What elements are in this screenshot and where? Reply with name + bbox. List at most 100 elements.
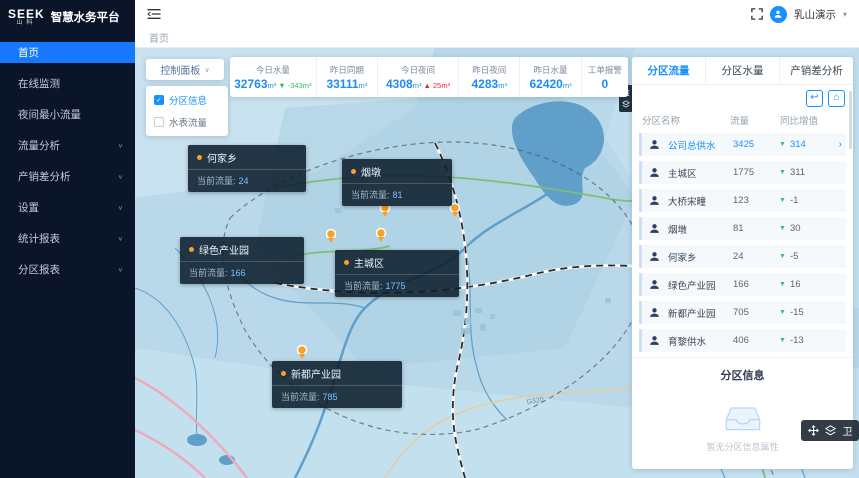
stat-yesterday-water: 昨日水量 62420m³ (520, 57, 581, 97)
tab-zone-water[interactable]: 分区水量 (706, 57, 780, 84)
sidebar-item-home[interactable]: 首页 (0, 42, 135, 63)
menu-fold-icon[interactable] (147, 8, 161, 20)
table-row[interactable]: 烟墩 81 ▼ 30 (639, 217, 846, 240)
fullscreen-icon[interactable] (751, 8, 763, 20)
panel-scrollbar[interactable] (849, 91, 852, 149)
breadcrumb[interactable]: 首页 (149, 30, 169, 45)
brand-mark: SEEK 山科 (8, 8, 45, 26)
panel-actions: ↩ ⌂ (632, 85, 853, 111)
sidebar-item-flow-analysis[interactable]: 流量分析∨ (0, 135, 135, 156)
checkbox-unchecked-icon (154, 117, 164, 127)
map-tools: 卫 (801, 420, 859, 441)
column-yoy-delta: 同比增值 (780, 113, 843, 127)
avatar[interactable] (770, 6, 787, 23)
sidebar-menu: 首页 在线监测 夜间最小流量 流量分析∨ 产销差分析∨ 设置∨ 统计报表∨ 分区… (0, 42, 135, 280)
brand-bottom: 山科 (16, 20, 36, 26)
app-title: 智慧水务平台 (51, 9, 120, 25)
table-row[interactable]: 何家乡 24 ▼ -5 (639, 245, 846, 268)
triangle-down-icon: ▼ (779, 337, 786, 344)
sidebar-item-settings[interactable]: 设置∨ (0, 197, 135, 218)
map-tooltip-main-city[interactable]: 主城区 当前流量:1775 (335, 250, 459, 297)
stat-workorder-alarm: 工单报警 0 (582, 57, 628, 97)
control-panel-button[interactable]: 控制面板 ∨ (146, 59, 224, 80)
stat-today-water: 今日水量 32763m³▼ -343m³ (230, 57, 317, 97)
zone-icon (648, 278, 662, 291)
tab-zone-flow[interactable]: 分区流量 (632, 57, 706, 84)
main-content: G320 何家乡 当前流量:24 烟墩 当前流量:81 绿色产业园 当前流量:1… (135, 48, 859, 478)
stats-bar: 今日水量 32763m³▼ -343m³ 昨日同期 33111m³ 今日夜间 4… (230, 57, 628, 97)
marker-dot-icon (344, 260, 349, 265)
zone-icon (648, 138, 662, 151)
username[interactable]: 乳山演示 (794, 7, 836, 22)
layers-icon (622, 100, 630, 108)
zone-panel-tabs: 分区流量 分区水量 产销差分析 (632, 57, 853, 85)
sidebar-item-nrw-analysis[interactable]: 产销差分析∨ (0, 166, 135, 187)
zone-icon (648, 250, 662, 263)
triangle-down-icon: ▼ (779, 225, 786, 232)
sidebar-item-online-monitoring[interactable]: 在线监测 (0, 73, 135, 94)
arrow-down-icon: ▼ (278, 81, 285, 90)
chevron-down-icon: ∨ (118, 266, 123, 272)
map-tooltip-yandun[interactable]: 烟墩 当前流量:81 (342, 159, 452, 206)
zone-icon (648, 306, 662, 319)
table-row[interactable]: 主城区 1775 ▼ 311 (639, 161, 846, 184)
table-row[interactable]: 公司总供水 3425 ▼ 314 › (639, 133, 846, 156)
layer-checkbox-meter-flow[interactable]: 水表流量 (154, 115, 220, 129)
chevron-down-icon: ∨ (118, 204, 123, 210)
stat-yesterday-night: 昨日夜间 4283m³ (459, 57, 520, 97)
undo-button[interactable]: ↩ (806, 90, 823, 107)
triangle-down-icon: ▼ (779, 197, 786, 204)
zone-icon (648, 222, 662, 235)
sidebar-item-zone-report[interactable]: 分区报表∨ (0, 259, 135, 280)
map-tooltip-hejiaxiang[interactable]: 何家乡 当前流量:24 (188, 145, 306, 192)
stat-today-night: 今日夜间 4308m³▲ 25m³ (378, 57, 459, 97)
table-header: 分区名称 流量 同比增值 (632, 111, 853, 133)
stat-yesterday-same-period: 昨日同期 33111m³ (317, 57, 378, 97)
zone-panel: 分区流量 分区水量 产销差分析 ↩ ⌂ 分区名称 流量 同比增值 公司总供水 3… (632, 57, 853, 469)
topbar: 乳山演示 ▾ (135, 0, 859, 28)
zone-icon (648, 194, 662, 207)
marker-dot-icon (189, 247, 194, 252)
column-flow: 流量 (730, 113, 780, 127)
satellite-toggle[interactable]: 卫 (843, 423, 853, 438)
breadcrumb-bar: 首页 (135, 28, 859, 48)
table-row[interactable]: 绿色产业园 166 ▼ 16 (639, 273, 846, 296)
chevron-down-icon: ∨ (204, 66, 209, 74)
checkbox-checked-icon: ✓ (154, 95, 164, 105)
triangle-down-icon: ▼ (779, 169, 786, 176)
table-row[interactable]: 新都产业园 705 ▼ -15 (639, 301, 846, 324)
zone-icon (648, 166, 662, 179)
sidebar: SEEK 山科 智慧水务平台 首页 在线监测 夜间最小流量 流量分析∨ 产销差分… (0, 0, 135, 478)
brand-top: SEEK (8, 8, 45, 20)
triangle-down-icon: ▼ (779, 141, 786, 148)
chevron-right-icon: › (839, 139, 842, 150)
pan-icon[interactable] (808, 425, 819, 436)
map-tooltip-xindu-industrial-park[interactable]: 新都产业园 当前流量:785 (272, 361, 402, 408)
triangle-down-icon: ▼ (779, 281, 786, 288)
caret-down-icon[interactable]: ▾ (843, 10, 847, 19)
map-tooltip-green-industrial-park[interactable]: 绿色产业园 当前流量:166 (180, 237, 304, 284)
tab-nrw-analysis[interactable]: 产销差分析 (780, 57, 853, 84)
layer-control-card: ✓ 分区信息 水表流量 (146, 86, 228, 136)
table-row[interactable]: 育黎供水 406 ▼ -13 (639, 329, 846, 352)
sidebar-item-night-min-flow[interactable]: 夜间最小流量 (0, 104, 135, 125)
marker-dot-icon (197, 155, 202, 160)
layers-icon[interactable] (825, 425, 836, 436)
zone-info-title: 分区信息 (632, 357, 853, 387)
triangle-down-icon: ▼ (779, 253, 786, 260)
home-button[interactable]: ⌂ (828, 90, 845, 107)
app-logo: SEEK 山科 智慧水务平台 (0, 0, 135, 34)
marker-dot-icon (281, 371, 286, 376)
empty-inbox-icon (723, 403, 763, 433)
chevron-down-icon: ∨ (118, 142, 123, 148)
arrow-up-icon: ▲ (423, 81, 430, 90)
table-row[interactable]: 大桥宋疃 123 ▼ -1 (639, 189, 846, 212)
layer-checkbox-zone-info[interactable]: ✓ 分区信息 (154, 93, 220, 107)
sidebar-item-statistics-report[interactable]: 统计报表∨ (0, 228, 135, 249)
marker-dot-icon (351, 169, 356, 174)
column-zone-name: 分区名称 (642, 113, 730, 127)
zone-icon (648, 334, 662, 347)
triangle-down-icon: ▼ (779, 309, 786, 316)
chevron-down-icon: ∨ (118, 173, 123, 179)
chevron-down-icon: ∨ (118, 235, 123, 241)
